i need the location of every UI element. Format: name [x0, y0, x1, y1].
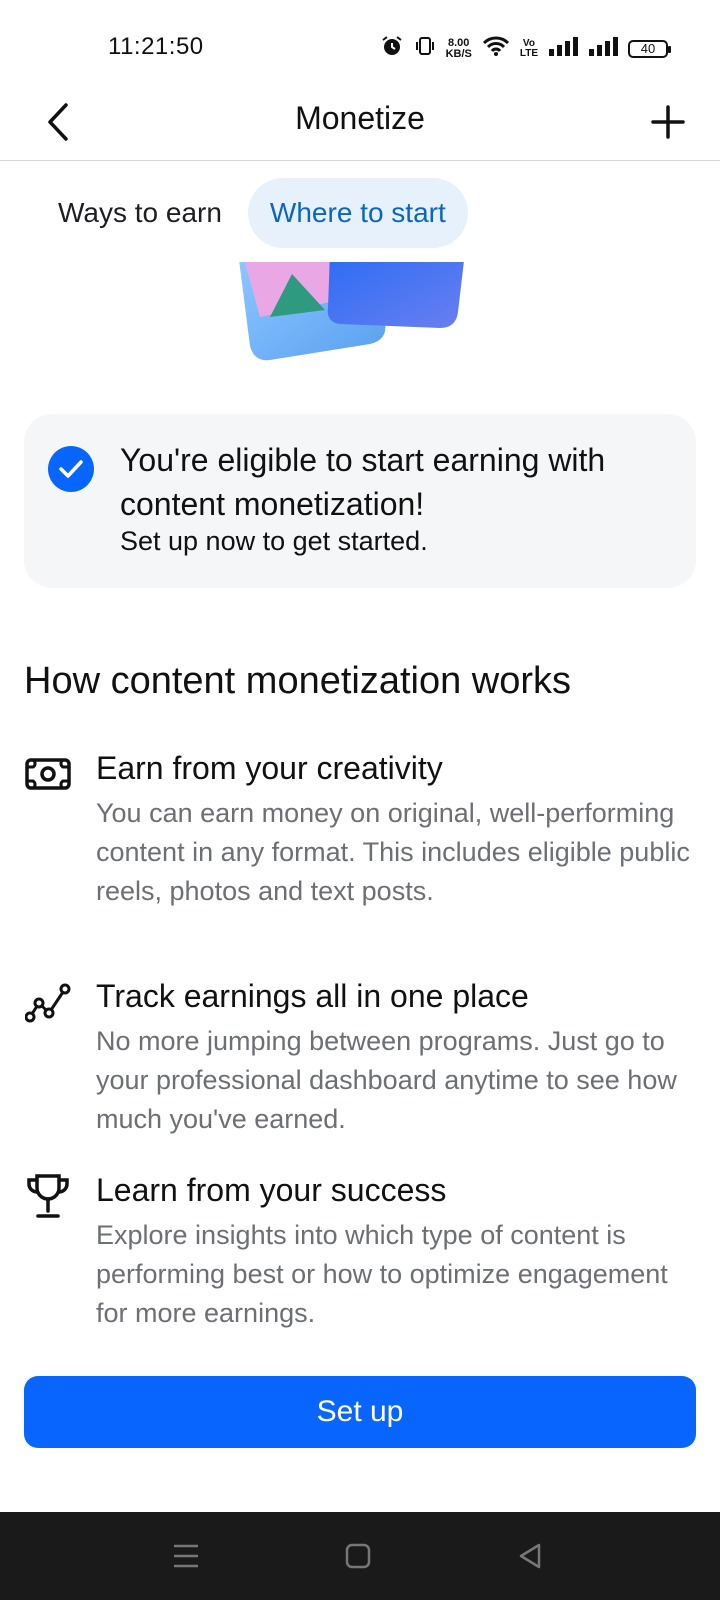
eligibility-title: You're eligible to start earning with co… [120, 442, 606, 522]
set-up-button[interactable]: Set up [24, 1376, 696, 1448]
nav-back-triangle-icon[interactable] [508, 1534, 552, 1578]
network-speed-unit: KB/S [445, 47, 472, 60]
wifi-icon [482, 35, 510, 62]
home-square-icon[interactable] [336, 1534, 380, 1578]
system-nav-bar [0, 1512, 720, 1600]
volte-bottom: LTE [519, 47, 538, 59]
app-header: Monetize [0, 90, 720, 161]
status-bar: 11:21:50 8.00 KB/S Vo LTE 40 [0, 0, 720, 90]
page-title: Monetize [295, 100, 425, 136]
status-icons: 8.00 KB/S Vo LTE 40 [380, 34, 671, 63]
trophy-icon [24, 1172, 72, 1220]
tab-where-to-start[interactable]: Where to start [247, 178, 468, 248]
tab-bar: Ways to earn Where to start [36, 178, 468, 248]
feature-title: Earn from your creativity [96, 750, 443, 786]
network-speed-value: 8.00 [447, 36, 470, 49]
feature-description: Explore insights into which type of cont… [96, 1220, 668, 1328]
add-button[interactable] [642, 98, 694, 150]
menu-icon[interactable] [164, 1534, 208, 1578]
money-bill-icon [24, 750, 72, 798]
checkmark-circle-icon [48, 446, 94, 492]
trend-line-icon [24, 978, 72, 1026]
feature-description: You can earn money on original, well-per… [96, 798, 690, 906]
feature-description: No more jumping between programs. Just g… [96, 1026, 677, 1134]
tab-ways-to-earn[interactable]: Ways to earn [36, 178, 244, 248]
volte-top: Vo [522, 37, 535, 49]
vibrate-icon [414, 35, 436, 62]
battery-icon: 40 [628, 39, 671, 58]
feature-title: Learn from your success [96, 1172, 447, 1208]
eligibility-subtitle: Set up now to get started. [120, 526, 428, 556]
hero-illustration [230, 262, 480, 374]
eligibility-card: You're eligible to start earning with co… [24, 414, 696, 588]
signal-icon-2 [588, 36, 618, 61]
alarm-icon [380, 34, 404, 63]
network-speed: 8.00 KB/S [445, 36, 472, 60]
feature-title: Track earnings all in one place [96, 978, 529, 1014]
status-time: 11:21:50 [108, 33, 204, 60]
plus-icon [651, 104, 685, 144]
signal-icon [548, 36, 578, 61]
section-title: How content monetization works [24, 660, 572, 702]
volte-indicator: Vo LTE [519, 37, 538, 59]
